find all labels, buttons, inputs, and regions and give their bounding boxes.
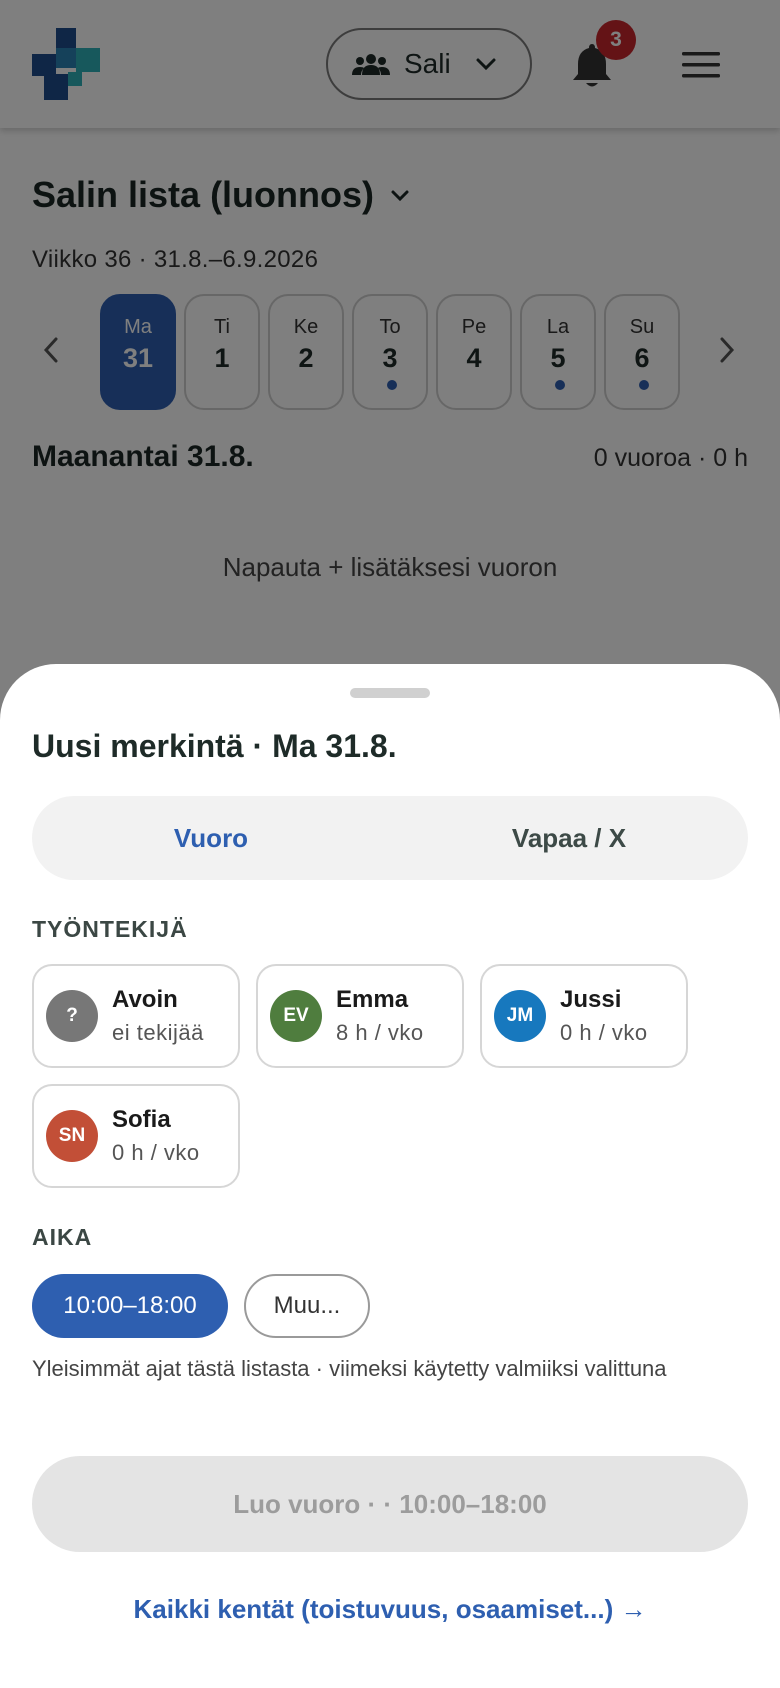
employee-name: Emma (336, 986, 409, 1013)
employee-hours: 8 h / vko (336, 1020, 424, 1045)
avatar: ? (46, 990, 98, 1042)
employee-section-label: TYÖNTEKIJÄ (32, 916, 188, 942)
employee-card[interactable]: EV Emma 8 h / vko (256, 964, 464, 1068)
avatar: EV (270, 990, 322, 1042)
sheet-drag-handle[interactable] (350, 688, 430, 698)
avatar: JM (494, 990, 546, 1042)
sheet-title: Uusi merkintä · Ma 31.8. (32, 728, 397, 764)
tab-shift[interactable]: Vuoro (32, 796, 390, 880)
time-hint: Yleisimmät ajat tästä listasta · viimeks… (32, 1356, 667, 1381)
employee-name: Sofia (112, 1106, 171, 1133)
employee-hours: 0 h / vko (560, 1020, 648, 1045)
entry-type-toggle: Vuoro Vapaa / X (32, 796, 748, 880)
new-entry-sheet: Uusi merkintä · Ma 31.8. Vuoro Vapaa / X… (0, 664, 780, 1688)
avatar: SN (46, 1110, 98, 1162)
employee-name: Jussi (560, 986, 622, 1013)
employee-card[interactable]: JM Jussi 0 h / vko (480, 964, 688, 1068)
employee-hours: 0 h / vko (112, 1140, 200, 1165)
employee-card[interactable]: ? Avoin ei tekijää (32, 964, 240, 1068)
all-fields-link[interactable]: Kaikki kentät (toistuvuus, osaamiset...)… (0, 1594, 780, 1625)
time-section-label: AIKA (32, 1224, 93, 1250)
employee-name: Avoin (112, 986, 178, 1013)
time-option-selected[interactable]: 10:00–18:00 (32, 1274, 228, 1338)
employee-hours: ei tekijää (112, 1020, 204, 1045)
create-shift-button[interactable]: Luo vuoro · · 10:00–18:00 (32, 1456, 748, 1552)
time-option-other[interactable]: Muu... (244, 1274, 370, 1338)
employee-card[interactable]: SN Sofia 0 h / vko (32, 1084, 240, 1188)
tab-off[interactable]: Vapaa / X (390, 796, 748, 880)
